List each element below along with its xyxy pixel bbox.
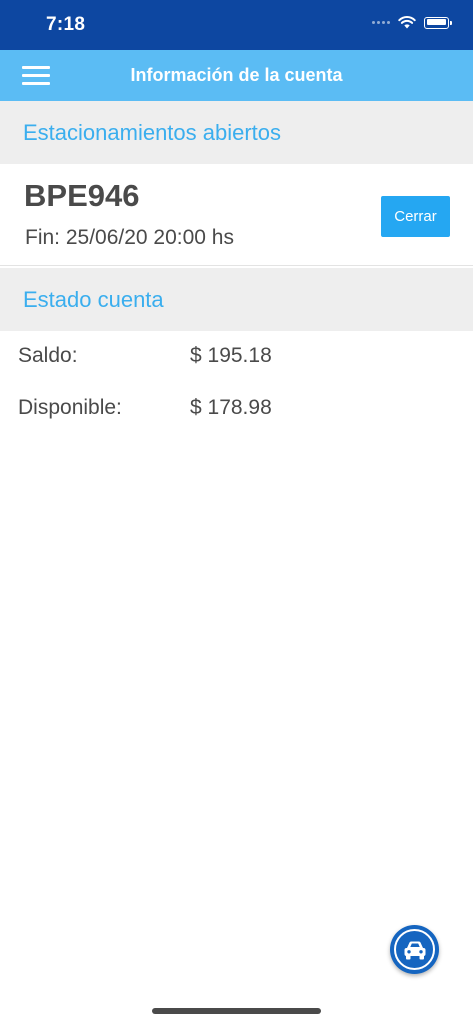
balance-value: $ 195.18: [190, 344, 272, 367]
home-indicator[interactable]: [152, 1008, 321, 1014]
available-label: Disponible:: [18, 396, 122, 419]
signal-icon: [372, 21, 390, 24]
wifi-icon: [398, 16, 416, 29]
section-header-account-status: Estado cuenta: [0, 268, 473, 331]
screen: 7:18 Información de la cuenta Estacionam…: [0, 0, 473, 1024]
balance-label: Saldo:: [18, 344, 78, 367]
page-title: Información de la cuenta: [130, 65, 343, 85]
fab-ring: [394, 929, 435, 970]
available-value: $ 178.98: [190, 396, 272, 419]
parking-end-time: Fin: 25/06/20 20:00 hs: [25, 226, 234, 249]
status-time: 7:18: [46, 14, 86, 35]
close-parking-button[interactable]: Cerrar: [381, 196, 450, 237]
license-plate: BPE946: [24, 178, 140, 213]
battery-icon: [424, 16, 452, 29]
parking-list-item: BPE946 Fin: 25/06/20 20:00 hs Cerrar: [0, 164, 473, 266]
section-header-open-parking: Estacionamientos abiertos: [0, 101, 473, 164]
status-bar: 7:18: [0, 0, 473, 50]
car-icon: [404, 941, 425, 959]
status-icons: [372, 16, 452, 29]
new-parking-fab[interactable]: [390, 925, 439, 974]
app-header: Información de la cuenta: [0, 50, 473, 101]
